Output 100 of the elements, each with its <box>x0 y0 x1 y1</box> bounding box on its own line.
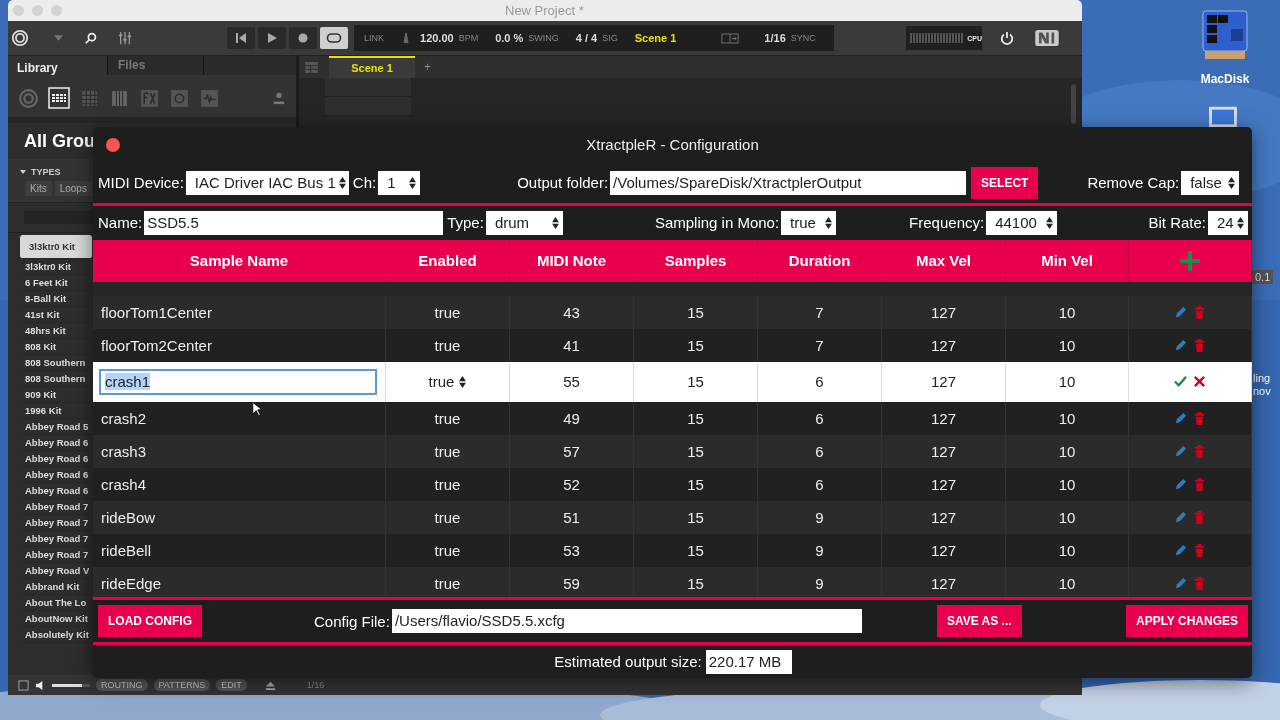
column-header[interactable]: Max Vel <box>882 239 1006 282</box>
remove-cap-select[interactable]: false <box>1181 170 1240 195</box>
signature-value[interactable]: 4 / 4 <box>575 32 598 44</box>
column-header[interactable]: Samples <box>634 239 758 282</box>
sample-name-input[interactable]: crash1 <box>99 368 377 395</box>
bit-rate-select[interactable]: 24 <box>1208 210 1248 235</box>
waveform-icon[interactable] <box>199 87 220 109</box>
eject-icon[interactable] <box>264 679 276 691</box>
user-icon[interactable] <box>272 91 286 105</box>
volume-slider[interactable] <box>52 683 83 687</box>
kit-list-item[interactable]: About The Lo <box>20 595 92 611</box>
trash-icon[interactable] <box>1193 543 1206 557</box>
kit-list-item[interactable]: 808 Southern <box>20 371 92 387</box>
kit-list-item[interactable]: 8-Ball Kit <box>20 291 92 307</box>
kit-list-item[interactable]: 808 Kit <box>20 339 92 355</box>
kit-list-item[interactable]: Abbey Road 7 <box>20 515 92 531</box>
kit-list-item[interactable]: AboutNow Kit <box>20 611 92 627</box>
pencil-icon[interactable] <box>1174 411 1187 425</box>
sync-icon[interactable] <box>18 679 29 691</box>
midi-device-select[interactable]: IAC Driver IAC Bus 1 <box>185 170 349 195</box>
check-icon[interactable] <box>1174 375 1187 389</box>
scene-tab[interactable]: Scene 1 <box>329 56 415 78</box>
type-tag[interactable]: Kits <box>25 181 52 196</box>
trash-icon[interactable] <box>1193 510 1206 524</box>
trash-icon[interactable] <box>1193 444 1206 458</box>
kit-list-item[interactable]: 6 Feet Kit <box>20 275 92 291</box>
channel-select[interactable]: 1 <box>378 170 421 195</box>
close-icon[interactable] <box>1193 375 1206 389</box>
loop-icon[interactable] <box>169 87 190 109</box>
scrollbar[interactable] <box>1071 84 1076 124</box>
follow-icon[interactable] <box>721 32 740 44</box>
bottom-bar-button[interactable]: EDIT <box>216 679 247 691</box>
apply-changes-button[interactable]: APPLY CHANGES <box>1125 605 1248 638</box>
loop-button[interactable] <box>320 27 348 49</box>
kit-list-item[interactable]: Abbey Road V <box>20 563 92 579</box>
kit-list-item[interactable]: 48hrs Kit <box>20 323 92 339</box>
kit-list-item[interactable]: 41st Kit <box>20 307 92 323</box>
play-button[interactable] <box>258 27 286 49</box>
effects-icon[interactable] <box>139 87 160 109</box>
column-header[interactable]: Sample Name <box>93 239 386 282</box>
pencil-icon[interactable] <box>1174 510 1187 524</box>
power-icon[interactable] <box>1000 31 1014 45</box>
trash-icon[interactable] <box>1193 477 1206 491</box>
pencil-icon[interactable] <box>1174 444 1187 458</box>
name-field[interactable]: SSD5.5 <box>144 210 444 235</box>
grid-value[interactable]: 1/16 <box>764 32 786 44</box>
pencil-icon[interactable] <box>1174 477 1187 491</box>
grid-view-icon[interactable] <box>305 61 318 73</box>
kit-grid-icon[interactable] <box>48 87 70 109</box>
search-icon[interactable] <box>84 31 98 45</box>
type-tag[interactable]: Loops <box>54 181 92 196</box>
type-select[interactable]: drum <box>485 210 563 235</box>
kit-list-item[interactable]: Abbey Road 7 <box>20 531 92 547</box>
trash-icon[interactable] <box>1193 576 1206 590</box>
swing-value[interactable]: 0.0 % <box>495 32 524 44</box>
close-button[interactable] <box>106 138 120 152</box>
frequency-select[interactable]: 44100 <box>986 210 1058 235</box>
trash-icon[interactable] <box>1193 338 1206 352</box>
save-as-button[interactable]: SAVE AS ... <box>936 605 1022 638</box>
disk-icon[interactable] <box>1201 8 1249 62</box>
bottom-bar-button[interactable]: ROUTING <box>96 679 148 691</box>
kit-list-item[interactable]: Abbey Road 5 <box>20 419 92 435</box>
config-file-field[interactable]: /Users/flavio/SSD5.5.xcfg <box>391 609 862 634</box>
bottom-bar-button[interactable]: PATTERNS <box>153 679 211 691</box>
kit-list-item[interactable]: Abbey Road 7 <box>20 499 92 515</box>
link-label[interactable]: LINK <box>364 33 384 43</box>
load-config-button[interactable]: LOAD CONFIG <box>98 605 202 638</box>
kit-list-item[interactable]: 1996 Kit <box>20 403 92 419</box>
pencil-icon[interactable] <box>1174 305 1187 319</box>
select-button[interactable]: SELECT <box>971 166 1039 199</box>
column-header[interactable]: MIDI Note <box>510 239 634 282</box>
trash-icon[interactable] <box>1193 305 1206 319</box>
rewind-button[interactable] <box>227 27 255 49</box>
mono-select[interactable]: true <box>781 210 837 235</box>
column-header[interactable]: Enabled <box>386 239 510 282</box>
trash-icon[interactable] <box>1193 411 1206 425</box>
kit-list-item[interactable]: Abbey Road 6 <box>20 451 92 467</box>
pencil-icon[interactable] <box>1174 338 1187 352</box>
enabled-select[interactable]: true <box>428 373 467 391</box>
kit-list-item[interactable]: 3l3ktr0 Kit <box>20 259 92 275</box>
pencil-icon[interactable] <box>1174 576 1187 590</box>
output-folder-field[interactable]: /Volumes/SpareDisk/XtractplerOutput <box>610 170 967 195</box>
add-scene-button[interactable]: + <box>424 60 431 74</box>
mixer-icon[interactable] <box>118 30 132 46</box>
pencil-icon[interactable] <box>1174 543 1187 557</box>
kit-list-item[interactable]: Absolutely Kit <box>20 627 92 643</box>
tempo-value[interactable]: 120.00 <box>420 32 454 44</box>
kit-list-item[interactable]: Abbey Road 6 <box>20 483 92 499</box>
kit-list-item[interactable]: 909 Kit <box>20 387 92 403</box>
kit-list-item[interactable]: Abbey Road 7 <box>20 547 92 563</box>
kit-list-item[interactable]: 808 Southern <box>20 355 92 371</box>
column-header[interactable]: Duration <box>758 239 882 282</box>
scene-name[interactable]: Scene 1 <box>634 32 677 44</box>
kit-list-item[interactable]: 3l3ktr0 Kit <box>20 235 92 259</box>
kit-list-item[interactable]: Abbrand Kit <box>20 579 92 595</box>
record-button[interactable] <box>289 27 317 49</box>
column-header[interactable]: Min Vel <box>1006 239 1129 282</box>
caret-icon[interactable] <box>20 170 26 174</box>
kit-list-item[interactable]: Abbey Road 6 <box>20 435 92 451</box>
browser-tab[interactable]: Library <box>8 56 108 75</box>
